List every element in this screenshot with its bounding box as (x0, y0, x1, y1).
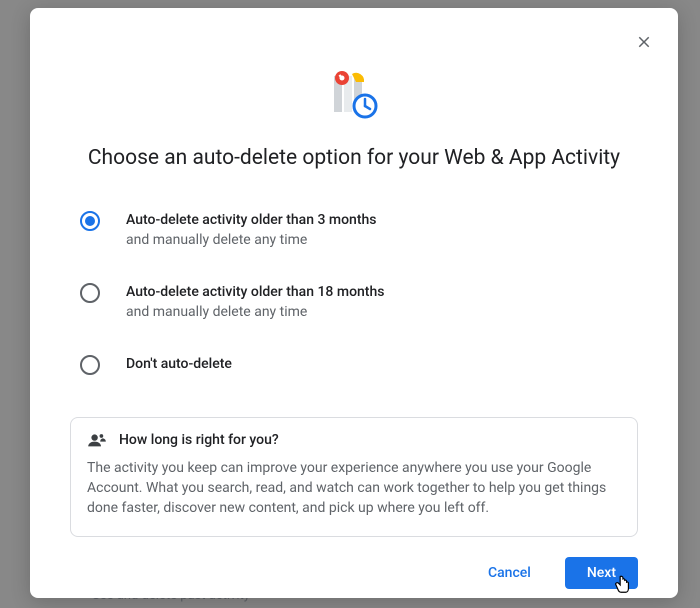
activity-clock-illustration (328, 68, 380, 120)
option-subtext: and manually delete any time (126, 230, 628, 250)
info-box: How long is right for you? The activity … (70, 417, 638, 537)
option-dont-delete[interactable]: Don't auto-delete (80, 354, 628, 375)
option-label: Auto-delete activity older than 3 months (126, 210, 628, 230)
info-title: How long is right for you? (119, 432, 279, 448)
close-icon (635, 33, 653, 51)
next-button[interactable]: Next (565, 557, 638, 589)
option-subtext: and manually delete any time (126, 302, 628, 322)
close-button[interactable] (630, 28, 658, 56)
radio-selected-icon (80, 211, 100, 231)
option-18-months[interactable]: Auto-delete activity older than 18 month… (80, 282, 628, 322)
option-label: Auto-delete activity older than 18 month… (126, 282, 628, 302)
action-bar: Cancel Next (30, 537, 678, 589)
radio-unselected-icon (80, 283, 100, 303)
option-label: Don't auto-delete (126, 354, 628, 374)
dialog-title: Choose an auto-delete option for your We… (30, 146, 678, 170)
radio-unselected-icon (80, 355, 100, 375)
cancel-button[interactable]: Cancel (466, 557, 553, 589)
options-group: Auto-delete activity older than 3 months… (30, 210, 678, 375)
info-body: The activity you keep can improve your e… (87, 458, 621, 518)
people-icon (87, 432, 107, 448)
auto-delete-dialog: Choose an auto-delete option for your We… (30, 8, 678, 598)
option-3-months[interactable]: Auto-delete activity older than 3 months… (80, 210, 628, 250)
